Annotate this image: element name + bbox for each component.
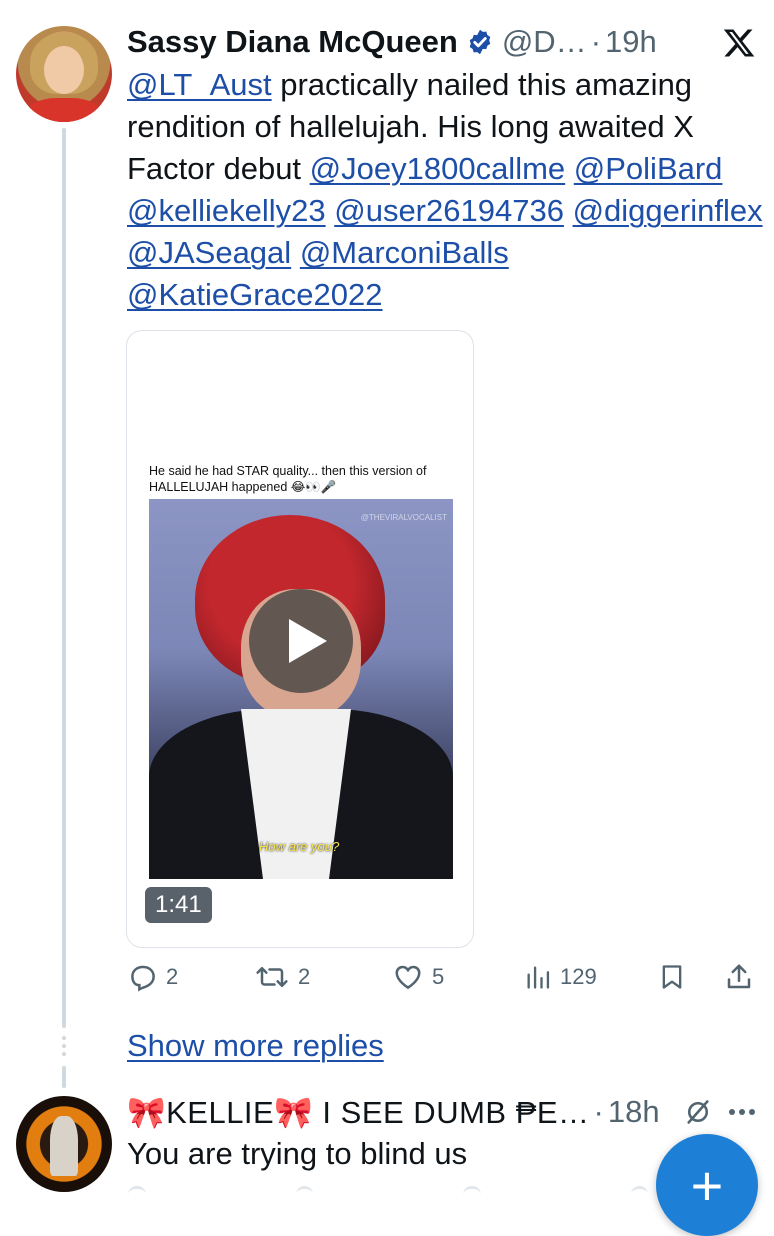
bookmark-button[interactable]	[658, 962, 686, 992]
tweet-header: Sassy Diana McQueen @D… · 19h	[127, 22, 757, 62]
verified-badge-icon	[469, 29, 491, 55]
mention-link[interactable]: @LT_Aust	[127, 67, 272, 102]
mention-link[interactable]: @PoliBard	[574, 151, 723, 186]
mention-link[interactable]: @Joey1800callme	[310, 151, 566, 186]
author-display-name[interactable]: Sassy Diana McQueen	[127, 24, 458, 60]
grok-icon[interactable]	[684, 1098, 712, 1126]
like-button[interactable]: 5	[392, 962, 444, 992]
tweet-actions: 2 2 5 129	[128, 962, 758, 1002]
video-card[interactable]: He said he had STAR quality... then this…	[126, 330, 474, 948]
tweet-timestamp[interactable]: 19h	[605, 24, 657, 60]
reply-author-display-name[interactable]: 🎀KELLIE🎀 I SEE DUMB ₱E…	[127, 1094, 590, 1131]
thread-connector-lower	[62, 1066, 66, 1088]
author-handle[interactable]: @D…	[502, 24, 587, 60]
mention-link[interactable]: @user26194736	[334, 193, 564, 228]
views-count: 129	[560, 964, 597, 989]
reply-timestamp[interactable]: 18h	[608, 1094, 660, 1130]
video-subtitle: How are you?	[259, 839, 340, 854]
share-button[interactable]	[724, 962, 754, 992]
play-icon[interactable]	[249, 589, 353, 693]
author-avatar[interactable]	[16, 26, 112, 122]
reply-header: 🎀KELLIE🎀 I SEE DUMB ₱E… · 18h	[127, 1092, 767, 1132]
reply-button[interactable]: 2	[128, 962, 178, 992]
bookmark-icon	[662, 965, 682, 989]
reply-icon	[131, 965, 155, 992]
views-button[interactable]: 129	[524, 962, 597, 992]
compose-plus-icon: +	[690, 1153, 724, 1217]
repost-count: 2	[298, 964, 311, 989]
share-icon	[727, 964, 751, 989]
video-watermark: @THEVIRALVOCALIST	[360, 513, 447, 522]
reply-separator: ·	[593, 1094, 604, 1129]
mention-link[interactable]: @KatieGrace2022	[127, 277, 383, 312]
show-more-replies-link[interactable]: Show more replies	[127, 1028, 384, 1064]
reply-count: 2	[166, 964, 179, 989]
mention-link[interactable]: @kelliekelly23	[127, 193, 326, 228]
compose-button[interactable]: +	[656, 1134, 758, 1236]
x-logo-icon	[723, 29, 755, 57]
reply-author-avatar[interactable]	[16, 1096, 112, 1192]
tweet-text: @LT_Aust practically nailed this amazing…	[127, 64, 767, 316]
reply-text: You are trying to blind us	[127, 1136, 468, 1171]
video-caption: He said he had STAR quality... then this…	[149, 464, 427, 494]
mention-link[interactable]: @diggerinflex	[573, 193, 763, 228]
header-separator: ·	[590, 24, 602, 59]
mention-link[interactable]: @MarconiBalls	[300, 235, 509, 270]
reply-actions-partial	[128, 1186, 648, 1200]
video-duration: 1:41	[145, 887, 212, 923]
more-icon[interactable]	[727, 1104, 757, 1120]
like-icon	[395, 965, 421, 990]
thread-dots	[61, 1036, 67, 1056]
like-count: 5	[432, 964, 445, 989]
repost-icon	[256, 967, 288, 987]
mention-link[interactable]: @JASeagal	[127, 235, 291, 270]
views-icon	[527, 966, 550, 989]
thread-connector	[62, 128, 66, 1028]
repost-button[interactable]: 2	[254, 962, 310, 992]
